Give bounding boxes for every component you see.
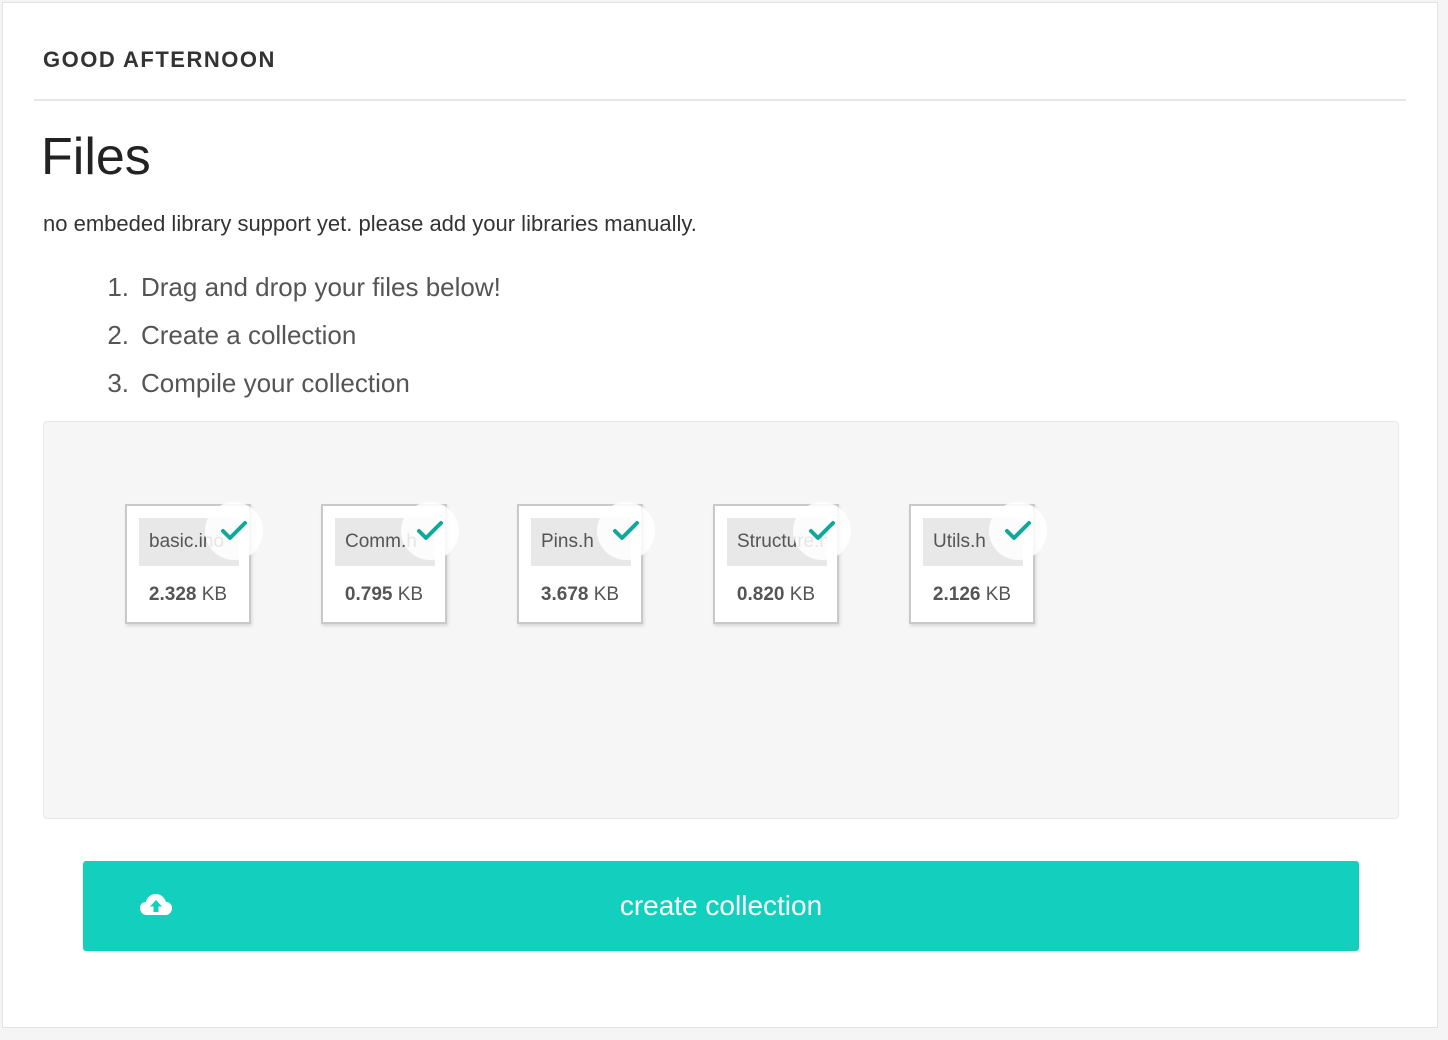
step-text: Compile your collection — [141, 367, 410, 398]
upload-success-badge — [205, 502, 263, 560]
check-icon — [809, 521, 835, 540]
file-size-unit: KB — [593, 584, 620, 605]
file-tile-structure-h[interactable]: Structure.h 0.820 KB — [713, 502, 851, 624]
step-number: 1. — [107, 271, 129, 302]
file-tile-comm-h[interactable]: Comm.h 0.795 KB — [321, 502, 459, 624]
step-item: 1. Drag and drop your files below! — [43, 263, 501, 311]
upload-success-badge — [793, 502, 851, 560]
file-size: 2.126 KB — [911, 584, 1033, 606]
step-text: Create a collection — [141, 319, 357, 350]
file-size-value: 3.678 — [540, 584, 589, 605]
instruction-steps: 1. Drag and drop your files below! 2. Cr… — [43, 263, 501, 407]
main-card: GOOD AFTERNOON Files no embeded library … — [2, 2, 1438, 1028]
upload-success-badge — [401, 502, 459, 560]
file-tile-basic-ino[interactable]: basic.ino 2.328 KB — [125, 502, 263, 624]
upload-success-badge — [597, 502, 655, 560]
file-size: 3.678 KB — [519, 584, 641, 606]
check-icon — [1005, 521, 1031, 540]
file-size: 0.820 KB — [715, 584, 837, 606]
file-size-value: 2.126 — [932, 584, 981, 605]
library-notice: no embeded library support yet. please a… — [43, 211, 697, 236]
step-number: 2. — [107, 319, 129, 350]
page-title: Files — [41, 128, 151, 186]
step-item: 3. Compile your collection — [43, 359, 501, 407]
check-icon — [221, 521, 247, 540]
file-size-value: 0.820 — [736, 584, 785, 605]
file-size-unit: KB — [985, 584, 1012, 605]
file-dropzone[interactable]: basic.ino 2.328 KB Comm.h 0.795 KB Pins.… — [43, 421, 1399, 819]
file-size-value: 2.328 — [148, 584, 197, 605]
greeting-heading: GOOD AFTERNOON — [43, 47, 276, 72]
check-icon — [613, 521, 639, 540]
create-collection-label: create collection — [619, 890, 823, 921]
file-size: 0.795 KB — [323, 584, 445, 606]
file-size-unit: KB — [789, 584, 816, 605]
step-item: 2. Create a collection — [43, 311, 501, 359]
file-size-unit: KB — [201, 584, 228, 605]
file-tile-pins-h[interactable]: Pins.h 3.678 KB — [517, 502, 655, 624]
file-size-unit: KB — [397, 584, 424, 605]
check-icon — [417, 521, 443, 540]
header-divider — [34, 99, 1406, 101]
upload-success-badge — [989, 502, 1047, 560]
step-number: 3. — [107, 367, 129, 398]
file-tile-utils-h[interactable]: Utils.h 2.126 KB — [909, 502, 1047, 624]
create-collection-button[interactable]: create collection — [83, 861, 1359, 951]
cloud-upload-icon — [140, 894, 172, 915]
file-size: 2.328 KB — [127, 584, 249, 606]
file-size-value: 0.795 — [344, 584, 393, 605]
step-text: Drag and drop your files below! — [141, 271, 501, 302]
